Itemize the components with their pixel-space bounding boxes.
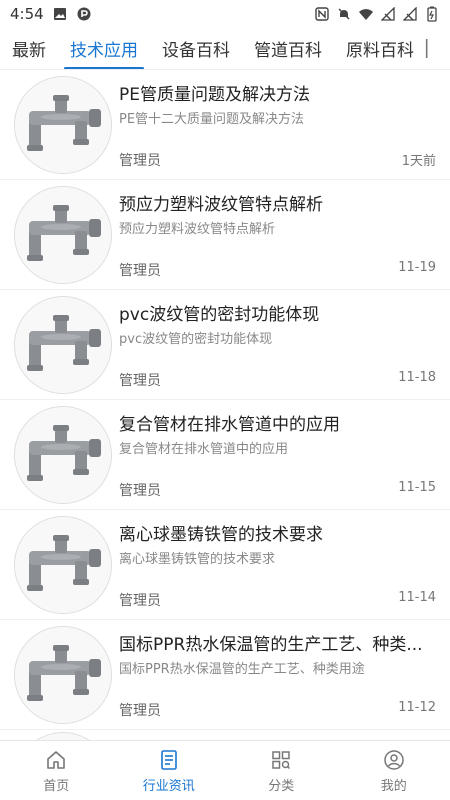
status-bar: 4:54 [0,0,450,28]
article-item[interactable]: 预应力塑料波纹管特点解析 预应力塑料波纹管特点解析 管理员 11-19 [0,180,450,290]
battery-icon [424,6,440,22]
tab-pipe-encyclopedia[interactable]: 管道百科 [242,28,334,69]
pipe-fitting-image [15,517,111,613]
article-item[interactable]: 离心球墨铸铁管的技术要求 离心球墨铸铁管的技术要求 管理员 11-14 [0,510,450,620]
article-title: PE管质量问题及解决方法 [119,85,310,105]
article-author: 管理员 [119,483,161,499]
status-time: 4:54 [10,5,44,23]
article-summary: PE管十二大质量问题及解决方法 [119,112,305,127]
article-author: 管理员 [119,153,161,169]
article-thumbnail [14,626,112,724]
profile-icon [382,748,406,772]
article-title: 离心球墨铸铁管的技术要求 [119,525,323,545]
nav-profile-label: 我的 [380,778,407,794]
article-item[interactable]: 国标PPR热水保温管的生产工艺、种类... 国标PPR热水保温管的生产工艺、种类… [0,620,450,730]
article-title: 预应力塑料波纹管特点解析 [119,195,323,215]
article-author: 管理员 [119,373,161,389]
pipe-fitting-image [15,407,111,503]
article-date: 11-12 [398,700,436,715]
wifi-icon [358,6,374,22]
signal-icon [402,6,418,22]
category-icon [269,748,293,772]
article-date: 11-18 [398,370,436,385]
pipe-fitting-image [15,733,111,740]
tab-overflow-indicator[interactable]: ▏ [426,28,438,69]
article-author: 管理员 [119,593,161,609]
article-summary: 国标PPR热水保温管的生产工艺、种类用途 [119,662,365,677]
nfc-icon [314,6,330,22]
tab-material-encyclopedia[interactable]: 原料百科 [334,28,426,69]
pipe-fitting-image [15,187,111,283]
article-author: 管理员 [119,263,161,279]
pipe-fitting-image [15,627,111,723]
article-author: 管理员 [119,703,161,719]
nav-home-label: 首页 [43,778,70,794]
tab-tech-application[interactable]: 技术应用 [58,28,150,69]
nav-home[interactable]: 首页 [0,741,113,800]
article-thumbnail [14,406,112,504]
tab-equipment-encyclopedia[interactable]: 设备百科 [150,28,242,69]
article-date: 11-14 [398,590,436,605]
article-title: 复合管材在排水管道中的应用 [119,415,340,435]
article-date: 11-15 [398,480,436,495]
article-date: 11-19 [398,260,436,275]
article-summary: 预应力塑料波纹管特点解析 [119,222,276,237]
image-icon [52,6,68,22]
article-summary: 离心球墨铸铁管的技术要求 [119,552,276,567]
article-title: pvc波纹管的密封功能体现 [119,305,320,325]
article-thumbnail [14,516,112,614]
nav-industry-news[interactable]: 行业资讯 [113,741,226,800]
signal-icon [380,6,396,22]
article-date: 1天前 [401,154,436,169]
category-tab-bar: 最新 技术应用 设备百科 管道百科 原料百科 ▏ [0,28,450,70]
article-item[interactable]: 复合管材在排水管道中的应用 复合管材在排水管道中的应用 管理员 11-15 [0,400,450,510]
tab-latest[interactable]: 最新 [0,28,58,69]
nav-category-label: 分类 [268,778,295,794]
article-thumbnail [14,296,112,394]
article-item-partial[interactable] [0,730,450,740]
mute-icon [336,6,352,22]
article-title: 国标PPR热水保温管的生产工艺、种类... [119,635,423,655]
article-thumbnail [14,186,112,284]
article-summary: pvc波纹管的密封功能体现 [119,332,273,347]
article-thumbnail [14,76,112,174]
bottom-navigation: 首页 行业资讯 分类 我的 [0,740,450,800]
pipe-fitting-image [15,297,111,393]
nav-profile[interactable]: 我的 [338,741,450,800]
article-thumbnail [14,732,112,740]
article-item[interactable]: PE管质量问题及解决方法 PE管十二大质量问题及解决方法 管理员 1天前 [0,70,450,180]
pipe-fitting-image [15,77,111,173]
news-icon [157,748,181,772]
home-icon [44,748,68,772]
nav-category[interactable]: 分类 [225,741,338,800]
p-app-icon [76,6,92,22]
article-summary: 复合管材在排水管道中的应用 [119,442,289,457]
article-list: PE管质量问题及解决方法 PE管十二大质量问题及解决方法 管理员 1天前 预应力… [0,70,450,740]
nav-industry-news-label: 行业资讯 [142,778,195,794]
article-item[interactable]: pvc波纹管的密封功能体现 pvc波纹管的密封功能体现 管理员 11-18 [0,290,450,400]
